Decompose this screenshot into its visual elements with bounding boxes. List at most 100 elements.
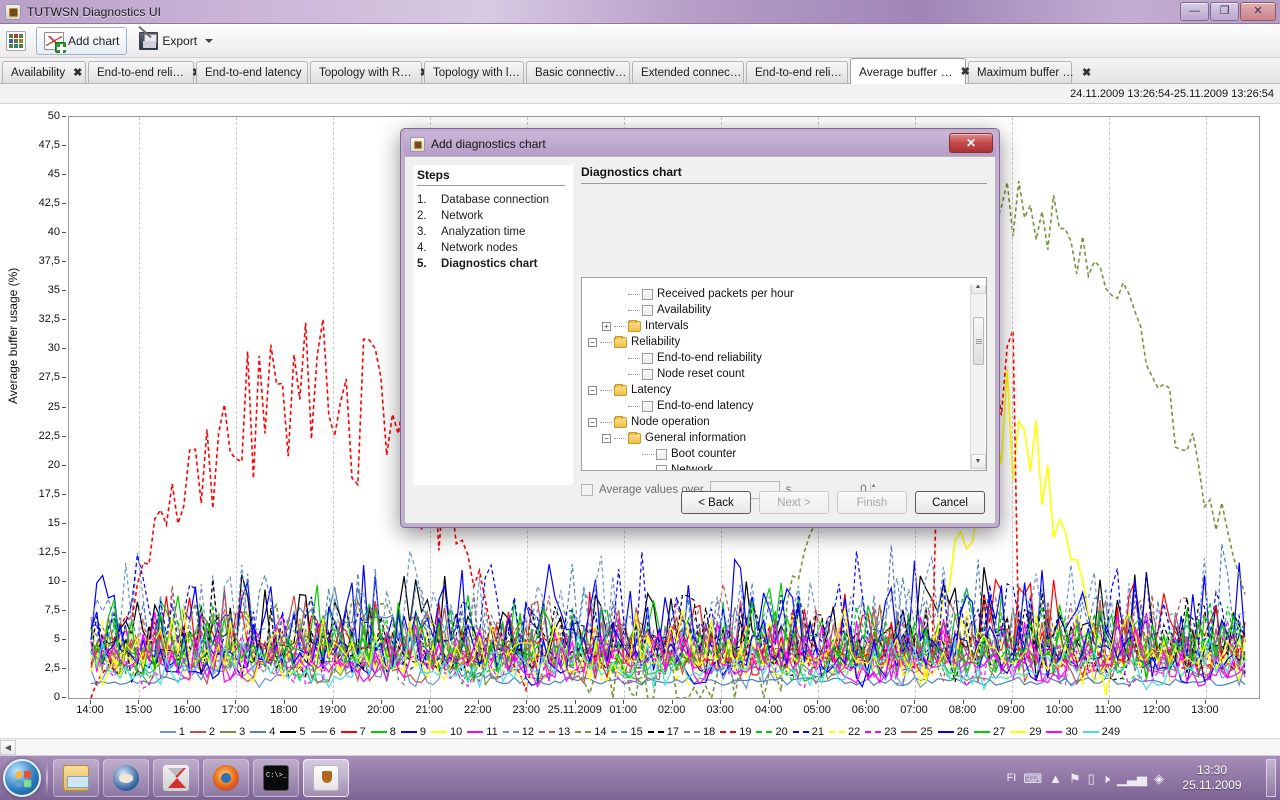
legend-item[interactable]: 1 [159, 726, 185, 738]
tree-checkbox[interactable] [642, 400, 653, 412]
expand-icon[interactable]: + [602, 321, 611, 331]
maximize-button[interactable]: ❐ [1210, 2, 1239, 21]
battery-icon[interactable]: ▯ [1088, 772, 1095, 785]
dialog-close-button[interactable]: ✕ [949, 133, 993, 153]
tree-node-end-to-end-latency[interactable]: End-to-end latency [582, 398, 986, 414]
collapse-icon[interactable]: − [588, 385, 597, 395]
show-hidden-icon[interactable]: ▲ [1049, 772, 1062, 785]
tree-scroll-thumb[interactable] [973, 317, 984, 365]
export-button[interactable]: Export [131, 25, 221, 55]
legend-item[interactable]: 26 [937, 726, 969, 738]
scroll-left-arrow-icon[interactable]: ◀ [0, 739, 16, 755]
metrics-tree[interactable]: Received packetsReceived packets per hou… [581, 277, 987, 471]
tree-node-node-operation[interactable]: − Node operation [582, 414, 986, 430]
legend-item[interactable]: 13 [538, 726, 570, 738]
legend-item[interactable]: 10 [431, 726, 462, 738]
legend-item[interactable]: 25 [901, 726, 933, 738]
legend-item[interactable]: 2 [190, 726, 215, 738]
tree-checkbox[interactable] [642, 352, 653, 364]
flag-icon[interactable]: ⚑ [1069, 772, 1081, 785]
tab-close-icon[interactable]: ✖ [73, 66, 82, 79]
tree-node-boot-counter[interactable]: Boot counter [582, 446, 986, 462]
tab-4[interactable]: Topology with R…✖ [310, 61, 429, 83]
table-icon[interactable] [6, 30, 26, 51]
legend-item[interactable]: 3 [220, 726, 245, 738]
add-chart-button[interactable]: Add chart [36, 26, 128, 55]
legend-item[interactable]: 249 [1082, 726, 1120, 738]
tree-checkbox[interactable] [642, 304, 653, 316]
keyboard-icon[interactable]: ⌨ [1023, 772, 1042, 785]
legend-item[interactable]: 6 [310, 726, 336, 738]
tray-language[interactable]: FI [1007, 772, 1017, 784]
legend-item[interactable]: 18 [683, 726, 715, 738]
shield-check-icon[interactable]: ◈ [1154, 772, 1164, 785]
stepper-up-icon[interactable]: ▲ [870, 482, 877, 490]
tab-9[interactable]: Average buffer … ✖ [850, 58, 970, 84]
tree-scrollbar[interactable]: ▲ ▼ [970, 279, 986, 469]
legend-item[interactable]: 17 [647, 726, 679, 738]
legend-item[interactable]: 22 [828, 726, 860, 738]
legend-item[interactable]: 4 [250, 726, 275, 738]
legend-item[interactable]: 14 [575, 726, 606, 738]
show-desktop-button[interactable] [1266, 759, 1276, 797]
volume-muted-icon[interactable]: 🕨 [1102, 772, 1110, 785]
scroll-track[interactable] [16, 739, 1280, 755]
tree-checkbox[interactable] [656, 464, 667, 470]
tree-checkbox[interactable] [656, 448, 667, 460]
tab-close-icon[interactable]: ✖ [961, 65, 970, 78]
tab-1[interactable]: Availability ✖ [2, 61, 86, 83]
tree-node-availability[interactable]: Availability [582, 302, 986, 318]
taskbar-item-firefox[interactable] [203, 759, 249, 797]
horizontal-scrollbar[interactable]: ◀ [0, 738, 1280, 755]
taskbar-item-java-app[interactable] [303, 759, 349, 797]
collapse-icon[interactable]: − [602, 433, 611, 443]
cancel-button[interactable]: Cancel [915, 491, 985, 514]
legend-item[interactable]: 12 [502, 726, 534, 738]
legend-item[interactable]: 5 [280, 726, 306, 738]
legend-item[interactable]: 21 [792, 726, 824, 738]
tree-node-reliability[interactable]: − Reliability [582, 334, 986, 350]
legend-item[interactable]: 11 [467, 726, 498, 738]
back-button[interactable]: < Back [681, 491, 751, 514]
legend-item[interactable]: 29 [1010, 726, 1041, 738]
tab-7[interactable]: Extended connec…✖ [632, 61, 759, 83]
tree-checkbox[interactable] [642, 288, 653, 300]
tree-node-end-to-end-reliability[interactable]: End-to-end reliability [582, 350, 986, 366]
network-signal-icon[interactable]: ▁▃▅ [1117, 772, 1147, 785]
tab-8[interactable]: End-to-end reli…✖ [746, 61, 859, 83]
taskbar-clock[interactable]: 13:30 25.11.2009 [1171, 763, 1253, 793]
tree-node-received-packets-per-hour[interactable]: Received packets per hour [582, 286, 986, 302]
tab-3[interactable]: End-to-end latency✖ [196, 61, 319, 83]
legend-item[interactable]: 23 [865, 726, 896, 738]
legend-item[interactable]: 8 [370, 726, 396, 738]
legend-item[interactable]: 20 [756, 726, 788, 738]
tree-scroll-down-icon[interactable]: ▼ [970, 454, 986, 469]
legend-item[interactable]: 30 [1046, 726, 1078, 738]
taskbar-item-explorer[interactable] [53, 759, 99, 797]
tab-6[interactable]: Basic connectiv…✖ [526, 61, 644, 83]
taskbar-item-smartsvn[interactable] [153, 759, 199, 797]
collapse-icon[interactable]: − [588, 417, 597, 427]
tab-2[interactable]: End-to-end reli…✖ [88, 61, 201, 83]
legend-item[interactable]: 9 [400, 726, 426, 738]
tab-5[interactable]: Topology with l…✖ [424, 61, 537, 83]
start-button[interactable] [3, 759, 41, 797]
legend-item[interactable]: 19 [720, 726, 751, 738]
tree-node-latency[interactable]: − Latency [582, 382, 986, 398]
tab-close-icon[interactable]: ✖ [1082, 66, 1091, 79]
collapse-icon[interactable]: − [588, 337, 597, 347]
tree-checkbox[interactable] [642, 368, 653, 380]
tree-node-node-reset-count[interactable]: Node reset count [582, 366, 986, 382]
taskbar-item-cmd[interactable] [253, 759, 299, 797]
close-button[interactable]: ✕ [1240, 2, 1276, 21]
average-values-checkbox[interactable] [581, 484, 593, 496]
tree-node-intervals[interactable]: + Intervals [582, 318, 986, 334]
legend-item[interactable]: 27 [973, 726, 1005, 738]
tab-10[interactable]: Maximum buffer … ✖ [968, 61, 1091, 83]
legend-item[interactable]: 7 [340, 726, 366, 738]
taskbar-item-thunderbird[interactable] [103, 759, 149, 797]
tree-node-network[interactable]: Network [582, 462, 986, 470]
chevron-down-icon[interactable] [205, 38, 214, 43]
tree-node-general-information[interactable]: − General information [582, 430, 986, 446]
legend-item[interactable]: 15 [611, 726, 643, 738]
